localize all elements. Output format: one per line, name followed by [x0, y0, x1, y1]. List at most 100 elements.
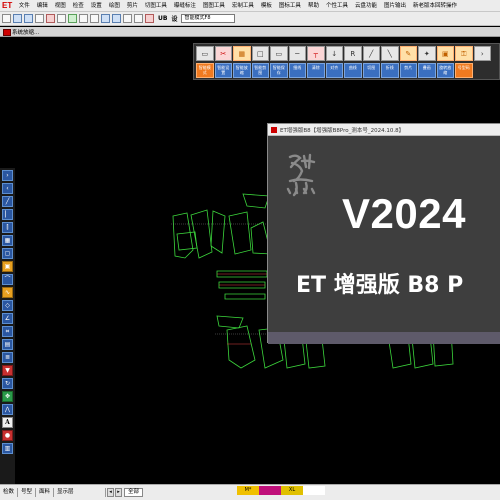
prev-arrow-icon[interactable]: ◂: [107, 488, 115, 497]
pen-tool-icon[interactable]: ╱: [2, 196, 13, 207]
menu-help[interactable]: 帮助: [304, 0, 322, 12]
menu-pattern-tools[interactable]: 图图工具: [199, 0, 228, 12]
cut-icon[interactable]: [46, 14, 55, 23]
menu-check[interactable]: 检查: [69, 0, 87, 12]
rotate-tool-icon[interactable]: ↻: [2, 378, 13, 389]
menu-view[interactable]: 视图: [51, 0, 69, 12]
tab-size[interactable]: 号型: [18, 488, 37, 497]
size-chip[interactable]: [259, 486, 281, 495]
save-icon[interactable]: [24, 14, 33, 23]
star-icon[interactable]: ✦: [418, 46, 436, 61]
arrow-icon[interactable]: ↓: [325, 46, 343, 61]
zoom-in-icon[interactable]: [79, 14, 88, 23]
menu-image-output[interactable]: 图片输出: [380, 0, 409, 12]
new-file-icon[interactable]: [2, 14, 11, 23]
undo-icon[interactable]: [101, 14, 110, 23]
rect-outline-icon[interactable]: ▭: [270, 46, 288, 61]
menu-macro-tools[interactable]: 宏制工具: [228, 0, 257, 12]
tool-cut-piece[interactable]: 剪片: [399, 63, 417, 78]
tab-fabric[interactable]: 面料: [36, 488, 55, 497]
frame-tool-icon[interactable]: ▢: [2, 248, 13, 259]
arc-tool-icon[interactable]: ⌒: [2, 274, 13, 285]
tool-smart-mode[interactable]: 智能模式: [196, 63, 214, 78]
measure-tool-icon[interactable]: ⌗: [2, 326, 13, 337]
more-icon[interactable]: ›: [473, 46, 491, 61]
tool-smart-settings[interactable]: 智能设置: [214, 63, 232, 78]
pen-icon[interactable]: ✎: [399, 46, 417, 61]
paste-icon[interactable]: [68, 14, 77, 23]
tool-cut-pattern[interactable]: 切图: [362, 63, 380, 78]
tool-align[interactable]: 对齐: [325, 63, 343, 78]
ub-button[interactable]: UB: [158, 15, 167, 22]
text-tool-icon[interactable]: A: [2, 417, 13, 428]
trash-tool-icon[interactable]: ▥: [2, 443, 13, 454]
menu-icon-tools[interactable]: 图标工具: [275, 0, 304, 12]
bag-icon[interactable]: ▣: [436, 46, 454, 61]
screen-icon[interactable]: [134, 14, 143, 23]
all-sizes-button[interactable]: 全部: [124, 488, 144, 497]
zoom-out-icon[interactable]: [90, 14, 99, 23]
tool-polyline[interactable]: 折线: [381, 63, 399, 78]
tool-smart-save[interactable]: 智能保存: [270, 63, 288, 78]
scissors-icon[interactable]: ✂: [214, 46, 232, 61]
menu-seam-annotate[interactable]: 曝缝标注: [170, 0, 199, 12]
menu-draw[interactable]: 绘图: [105, 0, 123, 12]
tool-size-code[interactable]: 号型码: [455, 63, 473, 78]
r-icon[interactable]: R: [344, 46, 362, 61]
menu-settings[interactable]: 设置: [87, 0, 105, 12]
tool-smart-scale[interactable]: 智能放缩: [233, 63, 251, 78]
layer-label[interactable]: 系统放缩...: [0, 28, 39, 36]
next-arrow-icon[interactable]: ▸: [115, 488, 123, 497]
tline-icon[interactable]: ┬: [307, 46, 325, 61]
grid-tool-icon[interactable]: ▦: [2, 235, 13, 246]
tab-display-layer[interactable]: 显示层: [54, 488, 107, 497]
tool-smart-cut[interactable]: 智能剪图: [251, 63, 269, 78]
window-icon[interactable]: [123, 14, 132, 23]
line-icon[interactable]: ─: [288, 46, 306, 61]
mirror-tool-icon[interactable]: ▼: [2, 365, 13, 376]
tool-clear[interactable]: 清除: [307, 63, 325, 78]
collapse-icon[interactable]: ›: [2, 170, 13, 181]
size-chip[interactable]: M*: [237, 486, 259, 495]
stop-icon[interactable]: [145, 14, 154, 23]
menu-template[interactable]: 模板: [257, 0, 275, 12]
select-tool-icon[interactable]: ▏: [2, 209, 13, 220]
palette-icon[interactable]: ▦: [233, 46, 251, 61]
stop-tool-icon[interactable]: ●: [2, 430, 13, 441]
doc-tool-icon[interactable]: ▤: [2, 339, 13, 350]
open-file-icon[interactable]: [13, 14, 22, 23]
rect-icon[interactable]: □: [251, 46, 269, 61]
dialog-titlebar[interactable]: ET增强版B8【增强版B8Pro_测本号_2024.10.8】: [268, 124, 500, 136]
tool-curve[interactable]: 曲线: [344, 63, 362, 78]
slash-icon[interactable]: ╱: [362, 46, 380, 61]
settings-button[interactable]: 设: [171, 14, 177, 23]
node-tool-icon[interactable]: ◇: [2, 300, 13, 311]
print-icon[interactable]: [35, 14, 44, 23]
dart-tool-icon[interactable]: ⋀: [2, 404, 13, 415]
copy-icon[interactable]: [57, 14, 66, 23]
tool-rotate-scale[interactable]: 旋转放缩: [436, 63, 454, 78]
menu-file[interactable]: 文件: [15, 0, 33, 12]
menu-cut[interactable]: 剪片: [123, 0, 141, 12]
move-tool-icon[interactable]: ✥: [2, 391, 13, 402]
box-tool-icon[interactable]: ▣: [2, 261, 13, 272]
menu-edit[interactable]: 编辑: [33, 0, 51, 12]
redo-icon[interactable]: [112, 14, 121, 23]
menu-cut-tools[interactable]: 切图工具: [141, 0, 170, 12]
layers-tool-icon[interactable]: ≣: [2, 352, 13, 363]
angle-tool-icon[interactable]: ∠: [2, 313, 13, 324]
split-tool-icon[interactable]: ⫿: [2, 222, 13, 233]
mode-select[interactable]: 智能模式F8: [181, 14, 236, 23]
menu-personal-tools[interactable]: 个性工具: [322, 0, 351, 12]
key-icon[interactable]: ⚿: [455, 46, 473, 61]
menu-cloud[interactable]: 云盘功能: [351, 0, 380, 12]
file-icon[interactable]: ▭: [196, 46, 214, 61]
size-chip[interactable]: [303, 486, 325, 495]
curve-tool-icon[interactable]: ∿: [2, 287, 13, 298]
size-chip[interactable]: XL: [281, 486, 303, 495]
expand-icon[interactable]: ‹: [2, 183, 13, 194]
tool-overlay[interactable]: 叠画: [418, 63, 436, 78]
menu-version-switch[interactable]: 新老版本回转操作: [410, 0, 461, 12]
tool-thin-line[interactable]: 细线: [288, 63, 306, 78]
cross-icon[interactable]: ╲: [381, 46, 399, 61]
